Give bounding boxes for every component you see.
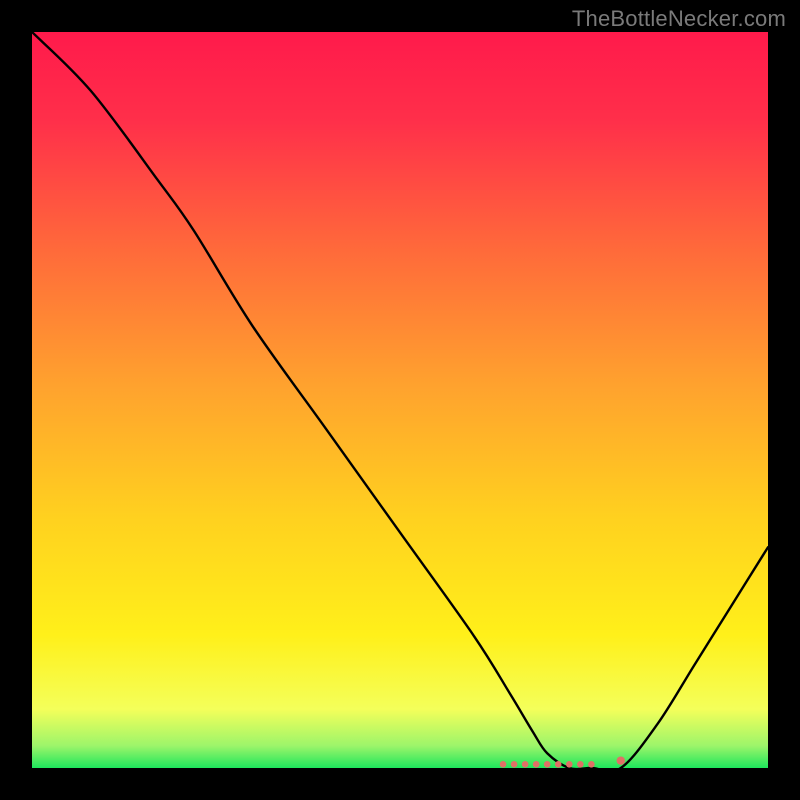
attribution-label: TheBottleNecker.com — [572, 6, 786, 32]
highlight-marker — [522, 761, 529, 768]
highlight-marker — [555, 761, 562, 768]
highlight-marker — [577, 761, 584, 768]
gradient-background — [32, 32, 768, 768]
highlight-marker — [617, 756, 625, 764]
highlight-marker — [544, 761, 551, 768]
chart-frame: TheBottleNecker.com — [0, 0, 800, 800]
highlight-marker — [566, 761, 573, 768]
plot-svg — [32, 32, 768, 768]
highlight-marker — [533, 761, 540, 768]
highlight-marker — [588, 761, 595, 768]
highlight-marker — [500, 761, 507, 768]
plot-area — [32, 32, 768, 768]
highlight-marker — [511, 761, 518, 768]
